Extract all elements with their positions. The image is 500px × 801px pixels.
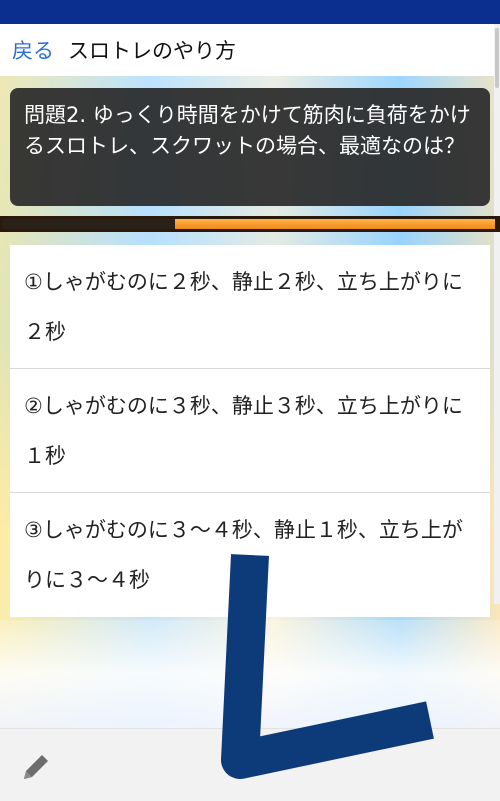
question-text: 問題2. ゆっくり時間をかけて筋肉に負荷をかけるスロトレ、スクワットの場合、最適… [24,103,471,158]
background-glow [0,620,500,728]
answer-choice-2[interactable]: ②しゃがむのに３秒、静止３秒、立ち上がりに１秒 [10,369,490,493]
pencil-icon[interactable] [18,749,54,785]
scrollbar-thumb[interactable] [495,28,499,88]
answer-choices: ①しゃがむのに２秒、静止２秒、立ち上がりに２秒 ②しゃがむのに３秒、静止３秒、立… [10,245,490,617]
bottom-bar [0,728,500,801]
back-button[interactable]: 戻る [12,35,54,65]
answer-choice-1[interactable]: ①しゃがむのに２秒、静止２秒、立ち上がりに２秒 [10,245,490,369]
app-bar: 戻る スロトレのやり方 [0,24,500,76]
scrollbar-track[interactable] [494,24,500,604]
progress-bar [0,216,500,232]
question-box: 問題2. ゆっくり時間をかけて筋肉に負荷をかけるスロトレ、スクワットの場合、最適… [10,88,490,206]
progress-fill [175,219,495,229]
status-bar [0,0,500,24]
answer-choice-3[interactable]: ③しゃがむのに３～４秒、静止１秒、立ち上がりに３～４秒 [10,493,490,617]
page-title: スロトレのやり方 [68,39,236,63]
